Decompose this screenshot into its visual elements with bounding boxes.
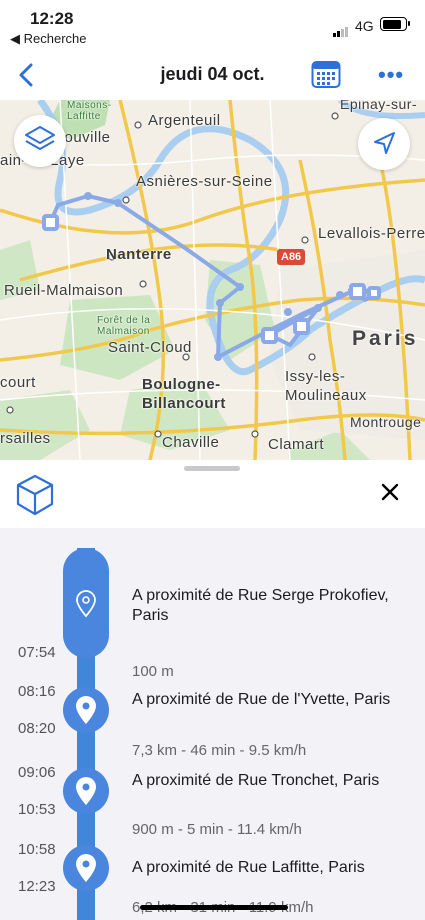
map-label-croissy: court (0, 374, 36, 391)
map-label-epinay: Epinay-sur- (340, 100, 418, 112)
timeline-place-3[interactable]: A proximité de Rue Tronchet, Paris (132, 771, 402, 791)
timeline-meta-2: 7,3 km - 46 min - 9.5 km/h (132, 742, 307, 759)
status-bar: 12:28 ◀ Recherche 4G (0, 0, 425, 50)
map-label-maisons: Maisons- Laffitte (67, 100, 112, 122)
timeline-place-1[interactable]: A proximité de Rue Serge Prokofiev, Pari… (132, 586, 402, 626)
map-layers-button[interactable] (14, 115, 66, 167)
timeline-meta-3: 900 m - 5 min - 11.4 km/h (132, 821, 302, 838)
location-pin-outline-icon (76, 590, 96, 618)
timeline-stop-current[interactable] (63, 548, 109, 658)
timeline-time-start-2: 08:16 (18, 683, 56, 700)
page-title: jeudi 04 oct. (160, 64, 265, 84)
close-icon[interactable] (378, 480, 402, 504)
cube-icon (16, 474, 54, 516)
timeline-time-end-3: 10:53 (18, 801, 56, 818)
map-label-nanterre: Nanterre (106, 246, 172, 263)
map-label-saint-cloud: Saint-Cloud (108, 339, 192, 356)
calendar-icon[interactable] (311, 59, 341, 89)
timeline-time-end-2: 08:20 (18, 720, 56, 737)
timeline-stop-2[interactable] (63, 687, 109, 733)
sheet-grabber[interactable] (184, 466, 240, 471)
location-pin-icon (76, 696, 96, 724)
map-label-argenteuil: Argenteuil (148, 112, 221, 129)
map-label-versailles: rsailles (0, 430, 51, 447)
location-arrow-icon (374, 132, 395, 154)
network-type: 4G (355, 18, 374, 34)
map-label-rueil: Rueil-Malmaison (4, 282, 124, 299)
map-label-asnieres: Asnières-sur-Seine (136, 173, 273, 190)
map-label-clamart: Clamart (268, 436, 325, 453)
timeline-place-4[interactable]: A proximité de Rue Laffitte, Paris (132, 858, 402, 878)
road-shield-a86: A86 (277, 249, 306, 265)
map-label-paris: Paris (352, 327, 419, 350)
map-label-chaville: Chaville (162, 434, 220, 451)
layers-icon (25, 126, 55, 150)
map-label-levallois: Levallois-Perret (318, 225, 425, 242)
map-label-sartrouville: rouville (59, 129, 111, 146)
timeline-time-start-4: 10:58 (18, 841, 56, 858)
status-time: 12:28 (30, 9, 74, 28)
location-pin-icon (76, 777, 96, 805)
timeline-stop-3[interactable] (63, 768, 109, 814)
timeline-meta-1: 100 m (132, 663, 174, 680)
signal-icon (333, 19, 349, 37)
navigation-bar: jeudi 04 oct. ••• (0, 50, 425, 100)
locate-me-button[interactable] (358, 118, 410, 170)
map-label-montrouge: Montrouge (350, 414, 422, 430)
map-label-foret: Forêt de la Malmaison (97, 315, 151, 337)
timeline-place-2[interactable]: A proximité de Rue de l'Yvette, Paris (132, 690, 402, 710)
timeline-time-end-4: 12:23 (18, 878, 56, 895)
timeline-stop-4[interactable] (63, 845, 109, 891)
timeline-time-end-1: 07:54 (18, 644, 56, 661)
map-label-issy: Issy-les- Moulineaux (285, 368, 367, 404)
battery-icon (380, 17, 410, 31)
location-pin-icon (76, 854, 96, 882)
more-options-icon[interactable]: ••• (378, 62, 404, 88)
home-indicator[interactable] (140, 905, 288, 910)
timeline-time-start-3: 09:06 (18, 764, 56, 781)
back-to-app-link[interactable]: ◀ Recherche (10, 31, 86, 47)
map-view[interactable]: Maisons-Laffitte rouville ain-en-Laye Ar… (0, 100, 425, 460)
map-label-boulogne: Boulogne- Billancourt (142, 376, 226, 412)
bottom-sheet-header (0, 460, 425, 528)
